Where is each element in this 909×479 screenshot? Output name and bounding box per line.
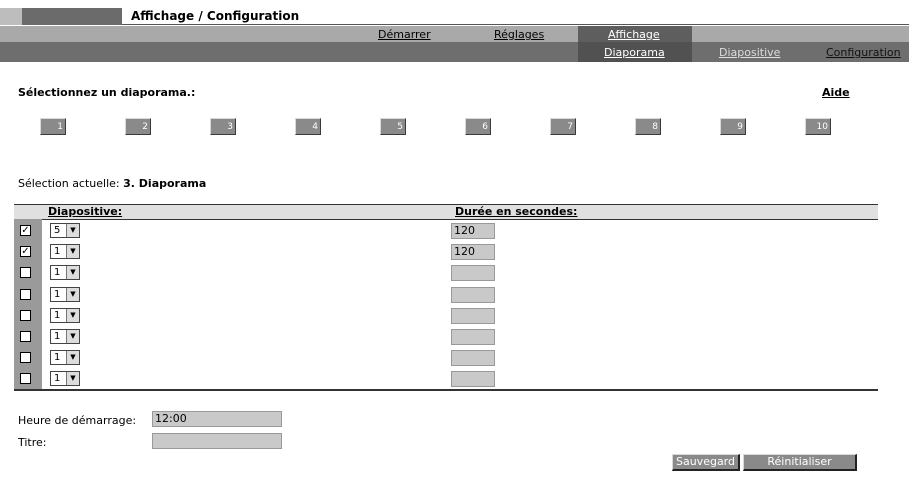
nav-demarrer[interactable]: Démarrer [378, 28, 431, 41]
chevron-down-icon[interactable]: ▼ [66, 288, 79, 301]
slide-select-value: 1 [54, 267, 61, 278]
slide-select[interactable]: 1 ▼ [50, 329, 80, 344]
current-selection-value: 3. Diaporama [123, 177, 207, 190]
nav-affichage[interactable]: Affichage [608, 28, 660, 41]
slide-select-value: 1 [54, 373, 61, 384]
duration-input[interactable]: 120 [451, 244, 495, 260]
duration-input[interactable] [451, 265, 495, 281]
slide-select[interactable]: 1 ▼ [50, 287, 80, 302]
current-selection-label: Sélection actuelle: [18, 177, 120, 190]
chevron-down-icon[interactable]: ▼ [66, 309, 79, 322]
row-checkbox[interactable] [20, 352, 31, 363]
slideshow-button-7[interactable]: 7 [550, 118, 576, 135]
duration-input[interactable] [451, 287, 495, 303]
slideshow-button-3[interactable]: 3 [210, 118, 236, 135]
slide-select-value: 1 [54, 331, 61, 342]
nav-reglages[interactable]: Réglages [494, 28, 544, 41]
row-checkbox[interactable]: ✓ [20, 246, 31, 257]
subnav-configuration[interactable]: Configuration [826, 46, 901, 59]
table-header [14, 204, 878, 220]
help-link[interactable]: Aide [822, 86, 850, 99]
slideshow-button-9[interactable]: 9 [720, 118, 746, 135]
save-button[interactable]: Sauvegard [672, 454, 740, 471]
current-selection: Sélection actuelle: 3. Diaporama [18, 177, 206, 190]
slide-select[interactable]: 1 ▼ [50, 244, 80, 259]
slideshow-button-1[interactable]: 1 [40, 118, 66, 135]
header-dark-block [22, 8, 122, 25]
duration-input[interactable] [451, 371, 495, 387]
chevron-down-icon[interactable]: ▼ [66, 372, 79, 385]
slide-select[interactable]: 5 ▼ [50, 223, 80, 238]
row-checkbox[interactable] [20, 267, 31, 278]
column-header-slide: Diapositive: [48, 205, 123, 218]
slide-select-value: 1 [54, 352, 61, 363]
slide-select-value: 1 [54, 246, 61, 257]
duration-input[interactable] [451, 329, 495, 345]
start-time-input[interactable]: 12:00 [152, 411, 282, 427]
slideshow-button-10[interactable]: 10 [805, 118, 831, 135]
header-left-block [0, 8, 22, 25]
page-title: Affichage / Configuration [131, 9, 300, 23]
duration-input[interactable]: 120 [451, 223, 495, 239]
row-checkbox[interactable] [20, 331, 31, 342]
duration-input[interactable] [451, 350, 495, 366]
chevron-down-icon[interactable]: ▼ [66, 330, 79, 343]
chevron-down-icon[interactable]: ▼ [66, 266, 79, 279]
slide-select-value: 1 [54, 289, 61, 300]
slide-select[interactable]: 1 ▼ [50, 371, 80, 386]
title-label: Titre: [18, 436, 47, 449]
row-checkbox[interactable] [20, 289, 31, 300]
chevron-down-icon[interactable]: ▼ [66, 351, 79, 364]
column-header-duration: Durée en secondes: [455, 205, 578, 218]
slide-select[interactable]: 1 ▼ [50, 265, 80, 280]
slideshow-button-4[interactable]: 4 [295, 118, 321, 135]
slideshow-button-2[interactable]: 2 [125, 118, 151, 135]
slide-select-value: 5 [54, 225, 61, 236]
select-slideshow-label: Sélectionnez un diaporama.: [18, 86, 196, 99]
row-checkbox[interactable] [20, 310, 31, 321]
subnav-diaporama[interactable]: Diaporama [604, 46, 665, 59]
header-divider [122, 24, 909, 25]
row-checkbox[interactable] [20, 373, 31, 384]
table-checkbox-column [14, 219, 42, 390]
primary-nav [0, 26, 909, 42]
start-time-label: Heure de démarrage: [18, 414, 137, 427]
slide-select-value: 1 [54, 310, 61, 321]
title-input[interactable] [152, 433, 282, 449]
slideshow-button-6[interactable]: 6 [465, 118, 491, 135]
slide-select[interactable]: 1 ▼ [50, 308, 80, 323]
chevron-down-icon[interactable]: ▼ [66, 224, 79, 237]
table-bottom-border [14, 389, 878, 391]
duration-input[interactable] [451, 308, 495, 324]
row-checkbox[interactable]: ✓ [20, 225, 31, 236]
subnav-diapositive[interactable]: Diapositive [719, 46, 780, 59]
chevron-down-icon[interactable]: ▼ [66, 245, 79, 258]
slideshow-button-5[interactable]: 5 [380, 118, 406, 135]
slideshow-button-8[interactable]: 8 [635, 118, 661, 135]
reset-button[interactable]: Réinitialiser [743, 454, 857, 471]
slide-select[interactable]: 1 ▼ [50, 350, 80, 365]
